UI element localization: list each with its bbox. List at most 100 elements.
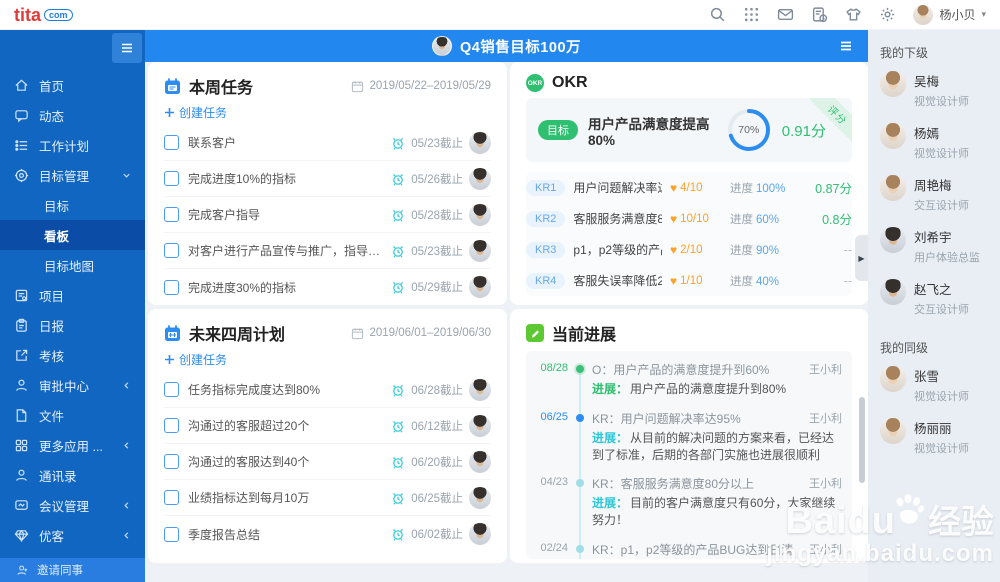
task-row[interactable]: 季度报告总结 06/02截止 [164, 516, 491, 552]
sidebar-item-youke[interactable]: 优客 [0, 520, 145, 550]
week-tasks-card: 本周任务 2019/05/22–2019/05/29 创建任务 联系客户 05/… [148, 62, 507, 305]
alarm-icon [393, 245, 404, 258]
task-row[interactable]: 对客户进行产品宣传与推广，指导客户熟悉软件 05/23截止 [164, 233, 491, 269]
tshirt-icon[interactable] [845, 6, 862, 23]
report-icon[interactable] [811, 6, 828, 23]
kr-weight-hearts[interactable]: ♥ 10/10 [670, 212, 722, 226]
sidebar-item-contacts[interactable]: 通讯录 [0, 460, 145, 490]
alarm-icon [393, 420, 404, 433]
sidebar-item-work-plan[interactable]: 工作计划 [0, 130, 145, 160]
create-task-button[interactable]: 创建任务 [164, 351, 227, 368]
chevron-left-icon [124, 441, 129, 449]
timeline-dot [576, 544, 584, 553]
scrollbar-thumb[interactable] [859, 397, 865, 483]
objective-row[interactable]: 目标 用户产品满意度提高80% 70% 0.91分 评分 [526, 98, 852, 162]
person-row[interactable]: 吴梅 视觉设计师 [880, 71, 988, 109]
sidebar-item-more-apps[interactable]: 更多应用 ... [0, 430, 145, 460]
task-checkbox[interactable] [164, 171, 179, 186]
task-checkbox[interactable] [164, 382, 179, 397]
assignee-avatar [469, 276, 491, 298]
task-checkbox[interactable] [164, 207, 179, 222]
task-checkbox[interactable] [164, 135, 179, 150]
task-checkbox[interactable] [164, 243, 179, 258]
panel-expand-handle[interactable]: ▶ [855, 235, 868, 281]
assignee-avatar [469, 523, 491, 545]
person-row[interactable]: 周艳梅 交互设计师 [880, 175, 988, 213]
task-row[interactable]: 沟通过的客服达到40个 06/20截止 [164, 444, 491, 480]
search-icon[interactable] [709, 6, 726, 23]
sidebar-item-approval-center[interactable]: 审批中心 [0, 370, 145, 400]
sidebar-item-daily-report[interactable]: 日报 [0, 310, 145, 340]
task-row[interactable]: 完成进度30%的指标 05/29截止 [164, 269, 491, 305]
task-row[interactable]: 业绩指标达到每月10万 06/25截止 [164, 480, 491, 516]
apps-grid-icon[interactable] [743, 6, 760, 23]
gear-icon[interactable] [879, 6, 896, 23]
kr-weight-hearts[interactable]: ♥ 2/10 [670, 243, 722, 257]
task-row[interactable]: 完成客户指导 05/28截止 [164, 197, 491, 233]
task-checkbox[interactable] [164, 454, 179, 469]
sidebar-item-meetings[interactable]: 会议管理 [0, 490, 145, 520]
user-menu[interactable]: 杨小贝 ▾ [913, 4, 986, 25]
task-checkbox[interactable] [164, 526, 179, 542]
progress-entry: 06/25 KR：用户问题解决率达95% 王小利 进展： 从目前的解决问题的方案来看… [540, 410, 842, 462]
person-avatar [880, 279, 906, 305]
logo-text: tita [14, 4, 41, 25]
person-avatar [880, 175, 906, 201]
sidebar-collapse-button[interactable] [112, 33, 142, 63]
invite-colleagues-button[interactable]: 邀请同事 [0, 558, 145, 582]
project-icon [15, 289, 28, 301]
sidebar: 首页 动态 工作计划 目标管理 目标 看板 目标地图 项目 日报 考核 审批中心… [0, 30, 145, 582]
kr-weight-hearts[interactable]: ♥ 1/10 [670, 274, 722, 288]
progress-timeline: 08/28 O：用户产品的满意度提升到60% 王小利 进展： 用户产品的满意度提升到… [526, 351, 852, 559]
mail-icon[interactable] [777, 6, 794, 23]
sidebar-item-home[interactable]: 首页 [0, 70, 145, 100]
sidebar-item-kanban[interactable]: 看板 [0, 220, 145, 250]
task-checkbox[interactable] [164, 418, 179, 433]
assignee-avatar [469, 486, 491, 509]
kr-row[interactable]: KR4 客服失误率降低25% ♥1/10 进度40% -- [526, 265, 852, 296]
sidebar-item-projects[interactable]: 项目 [0, 280, 145, 310]
task-row[interactable]: 任务指标完成度达到80% 06/28截止 [164, 372, 491, 408]
kr-row[interactable]: KR3 p1，p2等级的产品BUG达到日清 ♥2/10 进度90% -- [526, 234, 852, 265]
home-icon [15, 79, 28, 91]
task-row[interactable]: 联系客户 05/23截止 [164, 125, 491, 161]
objective-progress-value: 70% [738, 124, 760, 136]
task-checkbox[interactable] [164, 279, 179, 295]
create-task-button[interactable]: 创建任务 [164, 104, 227, 121]
kr-row[interactable]: KR1 用户问题解决率达95% ♥4/10 进度100% 0.87分 [526, 172, 852, 203]
logo[interactable]: tita com [14, 6, 73, 24]
task-row[interactable]: 沟通过的客服超过20个 06/12截止 [164, 408, 491, 444]
goal-title: Q4销售目标100万 [459, 39, 582, 56]
week-calendar-icon [165, 77, 180, 94]
heart-icon: ♥ [670, 242, 678, 257]
section-title: 未来四周计划 [189, 327, 286, 344]
sidebar-item-goal-management[interactable]: 目标管理 [0, 160, 145, 190]
person-row[interactable]: 赵飞之 交互设计师 [880, 279, 988, 317]
diamond-icon [14, 529, 29, 542]
task-checkbox[interactable] [164, 490, 179, 505]
assignee-avatar [469, 239, 491, 262]
person-row[interactable]: 刘希宇 用户体验总监 [880, 227, 988, 265]
chevron-down-icon: ▾ [981, 9, 986, 19]
task-row[interactable]: 完成进度10%的指标 05/26截止 [164, 161, 491, 197]
sidebar-item-goals[interactable]: 目标 [0, 190, 145, 220]
sidebar-item-feed[interactable]: 动态 [0, 100, 145, 130]
section-title: 当前进展 [552, 327, 617, 344]
chat-bubble-icon [15, 109, 28, 122]
kr-row[interactable]: KR2 客服服务满意度80分以上 ♥10/10 进度60% 0.8分 [526, 203, 852, 234]
month-plan-card: 未来四周计划 2019/06/01–2019/06/30 创建任务 任务指标完成… [148, 309, 507, 563]
person-row[interactable]: 张雪 视觉设计师 [880, 366, 988, 404]
sidebar-item-assessment[interactable]: 考核 [0, 340, 145, 370]
panel-menu-icon[interactable] [838, 38, 854, 54]
person-row[interactable]: 杨嫣 视觉设计师 [880, 123, 988, 161]
sidebar-item-files[interactable]: 文件 [0, 400, 145, 430]
list-icon [15, 139, 28, 151]
sidebar-item-goal-map[interactable]: 目标地图 [0, 250, 145, 280]
progress-entry: 02/24 KR：p1，p2等级的产品BUG达到日清王小利 进展：王雪梨的还差一… [540, 541, 842, 557]
person-row[interactable]: 杨丽丽 视觉设计师 [880, 418, 988, 456]
grid-icon [15, 439, 28, 451]
kr-weight-hearts[interactable]: ♥ 4/10 [670, 181, 722, 195]
pencil-icon [526, 324, 544, 342]
goal-header: Q4销售目标100万 [145, 30, 868, 62]
alarm-icon [393, 384, 404, 397]
